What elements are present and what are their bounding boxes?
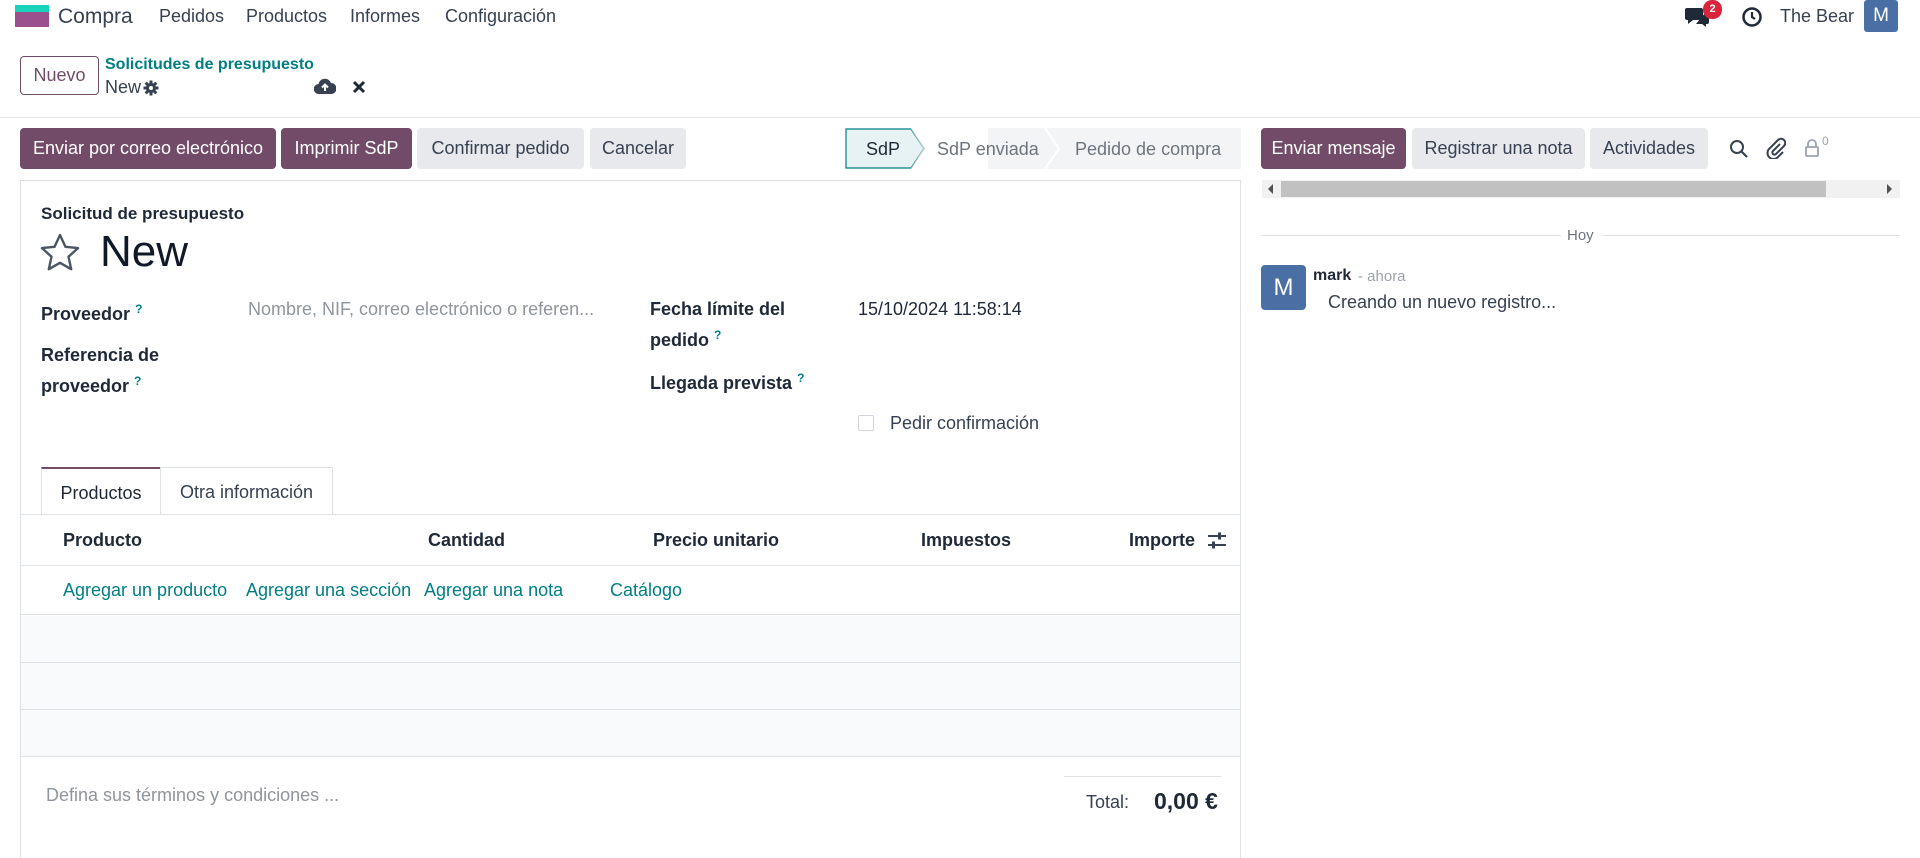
- record-name[interactable]: New: [100, 227, 188, 277]
- deadline-label-line2: pedido: [650, 330, 709, 350]
- menu-productos[interactable]: Productos: [246, 6, 327, 27]
- deadline-label-line1: Fecha límite del: [650, 299, 786, 319]
- breadcrumb-parent[interactable]: Solicitudes de presupuesto: [105, 56, 314, 74]
- chatter-scrollbar-thumb[interactable]: [1281, 181, 1826, 197]
- date-separator-line-left: [1261, 235, 1561, 236]
- cancel-button[interactable]: Cancelar: [590, 128, 686, 169]
- vendor-help-icon[interactable]: ?: [135, 302, 142, 316]
- send-message-button[interactable]: Enviar mensaje: [1261, 128, 1406, 169]
- vendor-ref-help-icon[interactable]: ?: [134, 374, 141, 388]
- empty-row: [21, 616, 1240, 662]
- total-value: 0,00 €: [1154, 788, 1218, 814]
- message-author-avatar[interactable]: M: [1261, 265, 1306, 310]
- total-label: Total:: [1086, 792, 1130, 812]
- menu-configuracion[interactable]: Configuración: [445, 6, 556, 27]
- message-body: Creando un nuevo registro...: [1328, 292, 1557, 312]
- message-author[interactable]: mark: [1313, 267, 1351, 285]
- confirm-order-button[interactable]: Confirmar pedido: [417, 128, 584, 169]
- vendor-input[interactable]: Nombre, NIF, correo electrónico o refere…: [248, 299, 594, 320]
- activities-button[interactable]: Actividades: [1590, 128, 1708, 169]
- empty-row: [21, 663, 1240, 709]
- catalog-link[interactable]: Catálogo: [610, 580, 682, 601]
- ask-confirmation-label[interactable]: Pedir confirmación: [890, 413, 1039, 434]
- vendor-ref-label: Referencia de proveedor ?: [41, 342, 159, 399]
- scroll-right-icon[interactable]: [1885, 184, 1893, 194]
- add-section-link[interactable]: Agregar una sección: [246, 580, 411, 601]
- log-note-button[interactable]: Registrar una nota: [1412, 128, 1585, 169]
- followers-icon[interactable]: [1804, 138, 1820, 158]
- vendor-ref-label-line2: proveedor: [41, 376, 130, 396]
- gear-icon[interactable]: [143, 80, 159, 96]
- arrival-label-text: Llegada prevista: [650, 373, 793, 393]
- empty-row: [21, 710, 1240, 756]
- arrival-help-icon[interactable]: ?: [797, 371, 804, 385]
- date-separator: Hoy: [1567, 227, 1594, 244]
- col-producto[interactable]: Producto: [63, 530, 142, 551]
- doc-type-label: Solicitud de presupuesto: [41, 204, 245, 223]
- tab-otra-informacion[interactable]: Otra información: [160, 467, 333, 515]
- control-panel-divider: [0, 117, 1920, 118]
- discard-icon[interactable]: [352, 80, 366, 94]
- save-cloud-icon[interactable]: [314, 78, 336, 95]
- arrival-label: Llegada prevista ?: [650, 365, 804, 396]
- header-divider: [20, 565, 1241, 566]
- col-impuestos[interactable]: Impuestos: [921, 530, 1011, 551]
- row-divider: [20, 756, 1241, 757]
- breadcrumb-current: New: [105, 77, 142, 97]
- menu-informes[interactable]: Informes: [350, 6, 420, 27]
- status-step-rfq[interactable]: SdP: [866, 139, 900, 160]
- status-step-purchase-order[interactable]: Pedido de compra: [1075, 139, 1221, 160]
- star-icon[interactable]: [40, 233, 80, 271]
- vendor-label: Proveedor ?: [41, 296, 142, 327]
- purchase-app-icon[interactable]: [15, 5, 49, 27]
- message-time: - ahora: [1358, 268, 1406, 285]
- menu-pedidos[interactable]: Pedidos: [159, 6, 224, 27]
- col-cantidad[interactable]: Cantidad: [428, 530, 505, 551]
- optional-columns-icon[interactable]: [1208, 532, 1226, 549]
- row-divider: [20, 614, 1241, 615]
- status-step-rfq-sent[interactable]: SdP enviada: [937, 139, 1039, 160]
- search-icon[interactable]: [1729, 139, 1749, 159]
- add-product-link[interactable]: Agregar un producto: [63, 580, 227, 601]
- tab-divider: [20, 514, 1241, 515]
- total-divider: [1064, 776, 1221, 777]
- date-separator-line-right: [1603, 235, 1900, 236]
- scroll-left-icon[interactable]: [1267, 184, 1275, 194]
- deadline-input[interactable]: 15/10/2024 11:58:14: [858, 299, 1022, 320]
- tab-productos[interactable]: Productos: [41, 467, 161, 515]
- messages-badge: 2: [1703, 0, 1722, 19]
- send-email-button[interactable]: Enviar por correo electrónico: [20, 128, 276, 169]
- deadline-label: Fecha límite del pedido ?: [650, 296, 785, 353]
- followers-count: 0: [1822, 134, 1829, 148]
- col-importe[interactable]: Importe: [1129, 530, 1195, 551]
- print-rfq-button[interactable]: Imprimir SdP: [281, 128, 412, 169]
- col-precio-unitario[interactable]: Precio unitario: [653, 530, 779, 551]
- top-navbar: Compra Pedidos Productos Informes Config…: [0, 0, 1920, 34]
- user-avatar[interactable]: M: [1864, 0, 1898, 32]
- deadline-help-icon[interactable]: ?: [714, 328, 721, 342]
- ask-confirmation-checkbox[interactable]: [858, 415, 874, 431]
- vendor-label-text: Proveedor: [41, 304, 131, 324]
- paperclip-icon[interactable]: [1766, 137, 1786, 159]
- vendor-ref-label-line1: Referencia de: [41, 345, 160, 365]
- new-button[interactable]: Nuevo: [20, 56, 99, 95]
- app-name[interactable]: Compra: [58, 5, 133, 29]
- clock-icon[interactable]: [1742, 7, 1762, 27]
- company-name[interactable]: The Bear: [1780, 6, 1854, 27]
- terms-input[interactable]: Defina sus términos y condiciones ...: [46, 785, 339, 806]
- add-note-link[interactable]: Agregar una nota: [424, 580, 563, 601]
